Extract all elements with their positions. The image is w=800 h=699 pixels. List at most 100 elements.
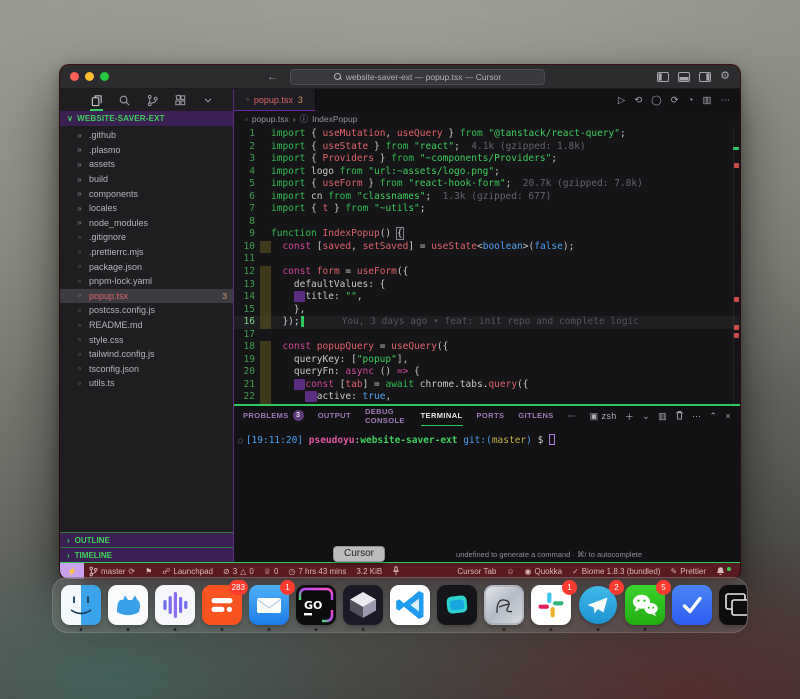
tree-item-.prettierrc.mjs[interactable]: ▫.prettierrc.mjs xyxy=(60,245,233,260)
panel-tab-label: DEBUG CONSOLE xyxy=(365,407,407,425)
dock-app-cursor[interactable] xyxy=(343,585,383,625)
tree-item-node_modules[interactable]: »node_modules xyxy=(60,216,233,231)
maximize-panel[interactable]: ⌃ xyxy=(709,411,717,422)
breadcrumb-file[interactable]: popup.tsx xyxy=(252,114,289,124)
terminal-dropdown[interactable]: ⌄ xyxy=(642,411,650,422)
tree-item-label: utils.ts xyxy=(89,378,115,388)
outline-section-header[interactable]: › OUTLINE xyxy=(60,532,233,547)
dock-app-goland[interactable]: GO xyxy=(296,585,336,625)
tree-item-label: pnpm-lock.yaml xyxy=(89,276,152,286)
tree-item-package.json[interactable]: ▫package.json xyxy=(60,259,233,274)
tree-item-label: build xyxy=(89,174,108,184)
dock-app-rss-fox[interactable] xyxy=(108,585,148,625)
code-text: import { Providers } from "~components/P… xyxy=(271,153,557,166)
code-editor[interactable]: 1import { useMutation, useQuery } from "… xyxy=(234,127,740,404)
dock: 2831GO125 xyxy=(52,577,748,633)
panel-tab-debug-console[interactable]: DEBUG CONSOLE xyxy=(365,406,407,426)
dock-app-sketch[interactable] xyxy=(484,585,524,625)
tree-item-.plasmo[interactable]: ».plasmo xyxy=(60,143,233,158)
panel-tab-problems[interactable]: PROBLEMS3 xyxy=(243,406,304,426)
extensions-icon[interactable] xyxy=(174,89,187,111)
settings-gear-icon[interactable]: ⚙ xyxy=(720,71,730,82)
search-icon[interactable] xyxy=(118,89,131,111)
command-center-search[interactable]: website-saver-ext — popup.tsx — Cursor xyxy=(290,69,545,85)
kill-terminal[interactable] xyxy=(675,410,684,422)
shell-select[interactable]: ▣zsh xyxy=(590,411,617,422)
explorer-root-header[interactable]: ∨ WEBSITE-SAVER-EXT xyxy=(60,111,233,126)
gutter-change-marker xyxy=(260,379,271,392)
tree-item-components[interactable]: »components xyxy=(60,186,233,201)
running-indicator xyxy=(362,628,365,631)
gutter-change-marker xyxy=(260,228,271,241)
dock-app-vscode[interactable] xyxy=(390,585,430,625)
gutter-change-marker xyxy=(260,128,271,141)
dock-app-finder[interactable] xyxy=(61,585,101,625)
tab-popup-tsx[interactable]: ▫ popup.tsx 3 xyxy=(234,89,316,111)
record-icon[interactable]: ◯ xyxy=(651,95,662,106)
tree-item-style.css[interactable]: ▫style.css xyxy=(60,332,233,347)
toggle-sidebar-icon[interactable] xyxy=(657,72,669,82)
tree-item-locales[interactable]: »locales xyxy=(60,201,233,216)
code-text: import { useState } from "react"; 4.1k (… xyxy=(271,141,586,154)
step-back-icon[interactable]: ⟲ xyxy=(634,95,642,106)
dock-app-reeder[interactable]: 283 xyxy=(202,585,242,625)
dock-app-slack[interactable]: 1 xyxy=(531,585,571,625)
dock-app-telegram[interactable]: 2 xyxy=(578,585,618,625)
chevron-down-icon[interactable] xyxy=(202,89,214,111)
more-actions[interactable]: ⋯ xyxy=(692,411,701,422)
toggle-panel-icon[interactable] xyxy=(678,72,690,82)
code-line-2: 2import { useState } from "react"; 4.1k … xyxy=(234,141,740,154)
tree-item-label: .prettierrc.mjs xyxy=(89,247,144,257)
source-control-icon[interactable] xyxy=(146,89,159,111)
dock-app-windows-stack[interactable] xyxy=(719,585,748,625)
split-terminal[interactable]: ▥ xyxy=(658,411,667,422)
timeline-section-header[interactable]: › TIMELINE xyxy=(60,547,233,562)
zoom-window-button[interactable] xyxy=(100,72,109,81)
minimize-window-button[interactable] xyxy=(85,72,94,81)
close-panel[interactable]: × xyxy=(725,411,731,421)
notification-badge: 5 xyxy=(656,580,671,595)
mic-icon xyxy=(392,566,400,576)
tree-item-.gitignore[interactable]: ▫.gitignore xyxy=(60,230,233,245)
tree-item-utils.ts[interactable]: ▫utils.ts xyxy=(60,376,233,391)
tree-item-assets[interactable]: »assets xyxy=(60,157,233,172)
cursor-window: ← → website-saver-ext — popup.tsx — Curs… xyxy=(60,65,740,579)
tree-item-pnpm-lock.yaml[interactable]: ▫pnpm-lock.yaml xyxy=(60,274,233,289)
history-icon[interactable]: ◔ xyxy=(688,95,694,106)
tree-item-tailwind.config.js[interactable]: ▫tailwind.config.js xyxy=(60,347,233,362)
running-indicator xyxy=(127,628,130,631)
dock-app-calendar-dark[interactable] xyxy=(437,585,477,625)
tree-item-postcss.config.js[interactable]: ▫postcss.config.js xyxy=(60,303,233,318)
panel-tab-output[interactable]: OUTPUT xyxy=(318,406,351,426)
terminal[interactable]: ○[19:11:20] pseudoyu:website-saver-ext g… xyxy=(234,426,740,562)
dock-app-waveform[interactable] xyxy=(155,585,195,625)
line-number: 21 xyxy=(234,379,260,392)
tree-item-tsconfig.json[interactable]: ▫tsconfig.json xyxy=(60,362,233,377)
panel-tab-ports[interactable]: PORTS xyxy=(477,406,505,426)
tree-item-build[interactable]: »build xyxy=(60,172,233,187)
panel-tab-gitlens[interactable]: GITLENS xyxy=(518,406,553,426)
more-actions-icon[interactable]: ⋯ xyxy=(721,95,731,106)
new-terminal[interactable]: ＋ xyxy=(625,410,634,423)
tree-item-.github[interactable]: ».github xyxy=(60,128,233,143)
tree-item-popup.tsx[interactable]: ▫popup.tsx3 xyxy=(60,289,233,304)
tree-item-label: components xyxy=(89,189,138,199)
dock-app-wechat[interactable]: 5 xyxy=(625,585,665,625)
step-forward-icon[interactable]: ⟳ xyxy=(671,95,679,106)
toggle-secondary-sidebar-icon[interactable] xyxy=(699,72,711,82)
tree-item-README.md[interactable]: ▫README.md xyxy=(60,318,233,333)
panel-tab-terminal[interactable]: TERMINAL xyxy=(421,406,463,426)
line-number: 8 xyxy=(234,216,260,229)
error-icon: ⊘ xyxy=(223,567,230,576)
run-icon[interactable]: ▷ xyxy=(618,95,625,106)
breadcrumb-symbol[interactable]: IndexPopup xyxy=(312,114,357,124)
dock-app-mail[interactable]: 1 xyxy=(249,585,289,625)
breadcrumb: ▫ popup.tsx › ⓘ IndexPopup xyxy=(234,111,740,127)
dock-app-things[interactable] xyxy=(672,585,712,625)
sync-icon: ⟳ xyxy=(128,567,135,576)
back-icon[interactable]: ← xyxy=(267,71,278,83)
explorer-icon[interactable] xyxy=(90,89,103,111)
split-editor-icon[interactable]: ▥ xyxy=(703,95,712,106)
panel-more-icon[interactable]: ⋯ xyxy=(568,406,576,426)
close-window-button[interactable] xyxy=(70,72,79,81)
